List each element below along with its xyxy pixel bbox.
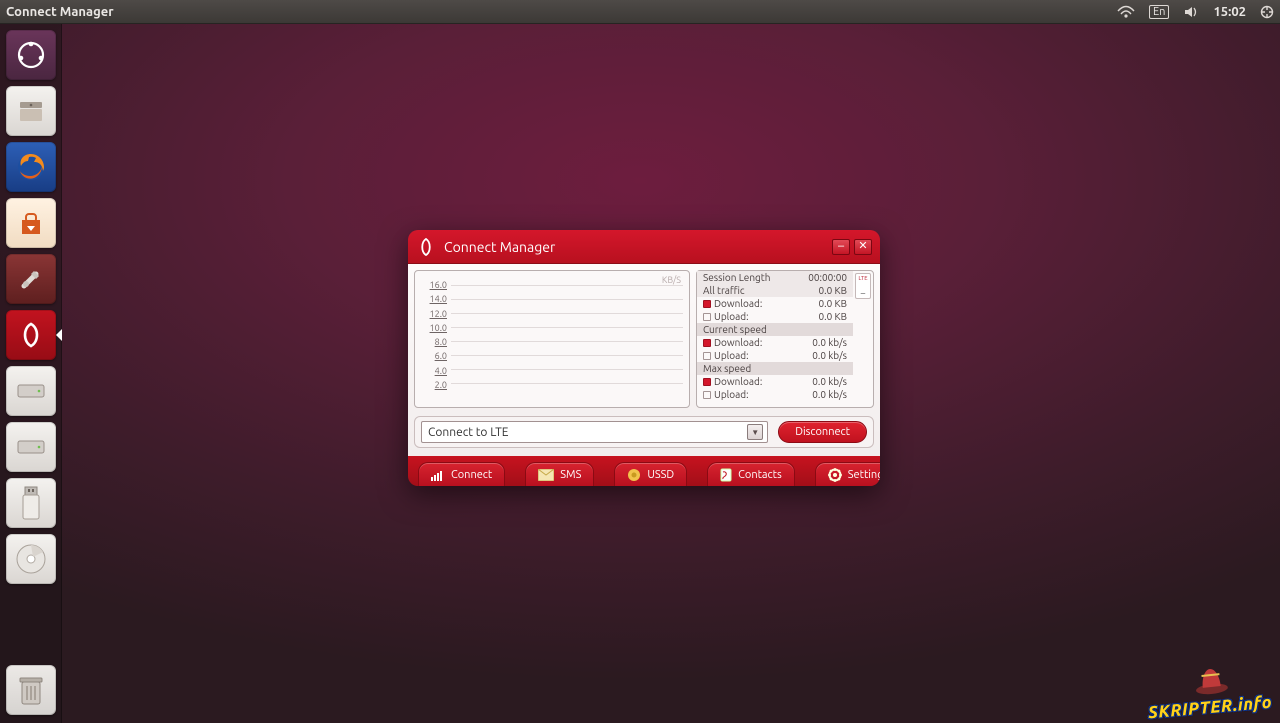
upload-checkbox[interactable] <box>703 313 711 321</box>
connect-manager-icon[interactable] <box>6 310 56 360</box>
chart-unit-label: KB/S <box>662 275 681 285</box>
drive-icon-2[interactable] <box>6 422 56 472</box>
software-center-icon[interactable] <box>6 198 56 248</box>
traffic-upload-row: Upload: 0.0 KB <box>697 310 853 323</box>
settings-icon[interactable] <box>6 254 56 304</box>
max-upload-checkbox[interactable] <box>703 391 711 399</box>
app-logo-icon <box>416 237 436 257</box>
disconnect-button[interactable]: Disconnect <box>778 421 867 443</box>
usb-drive-icon[interactable] <box>6 478 56 528</box>
tab-sms[interactable]: SMS <box>525 462 594 486</box>
max-speed-header: Max speed <box>697 362 853 375</box>
drive-icon[interactable] <box>6 366 56 416</box>
max-upload-row: Upload: 0.0 kb/s <box>697 388 853 401</box>
network-indicator-icon[interactable] <box>1117 5 1135 19</box>
window-titlebar[interactable]: Connect Manager ‒ ✕ <box>408 230 880 264</box>
files-icon[interactable] <box>6 86 56 136</box>
traffic-download-row: Download: 0.0 KB <box>697 297 853 310</box>
app-window: Connect Manager ‒ ✕ KB/S 16.0 14.0 12.0 10.… <box>408 230 880 486</box>
trash-icon[interactable] <box>6 665 56 715</box>
watermark-icon <box>1191 663 1232 697</box>
window-close-button[interactable]: ✕ <box>854 239 872 255</box>
chart-y-tick: 8.0 <box>421 337 447 347</box>
chevron-down-icon: ▼ <box>747 424 763 440</box>
current-upload-row: Upload: 0.0 kb/s <box>697 349 853 362</box>
app-body: KB/S 16.0 14.0 12.0 10.0 8.0 6.0 4.0 2.0 LTE _ … <box>408 264 880 456</box>
connection-selected-value: Connect to LTE <box>428 426 509 439</box>
current-download-checkbox[interactable] <box>703 339 711 347</box>
window-minimize-button[interactable]: ‒ <box>832 239 850 255</box>
current-speed-header: Current speed <box>697 323 853 336</box>
tab-connect[interactable]: Connect <box>418 462 505 486</box>
chart-y-tick: 6.0 <box>421 351 447 361</box>
chart-y-tick: 14.0 <box>421 294 447 304</box>
chart-y-tick: 10.0 <box>421 323 447 333</box>
connection-select[interactable]: Connect to LTE ▼ <box>421 421 768 443</box>
all-traffic-row: All traffic 0.0 KB <box>697 284 853 297</box>
sound-indicator-icon[interactable] <box>1183 5 1199 19</box>
chart-y-tick: 16.0 <box>421 280 447 290</box>
chart-y-tick: 12.0 <box>421 309 447 319</box>
chart-y-tick: 4.0 <box>421 366 447 376</box>
session-length-row: Session Length 00:00:00 <box>697 271 853 284</box>
connection-row: Connect to LTE ▼ Disconnect <box>414 416 874 448</box>
max-download-row: Download: 0.0 kb/s <box>697 375 853 388</box>
dash-icon[interactable] <box>6 30 56 80</box>
signal-badge: LTE _ <box>855 273 871 299</box>
watermark-text: SKRIPTER.info <box>1147 693 1272 723</box>
tab-settings[interactable]: Settings <box>815 462 880 486</box>
max-download-checkbox[interactable] <box>703 378 711 386</box>
speed-chart: KB/S 16.0 14.0 12.0 10.0 8.0 6.0 4.0 2.0 <box>414 270 690 408</box>
active-app-title: Connect Manager <box>6 5 114 19</box>
optical-drive-icon[interactable] <box>6 534 56 584</box>
window-title: Connect Manager <box>444 239 555 255</box>
current-upload-checkbox[interactable] <box>703 352 711 360</box>
chart-y-tick: 2.0 <box>421 380 447 390</box>
top-panel: Connect Manager En 15:02 <box>0 0 1280 24</box>
stats-panel: LTE _ Session Length 00:00:00 All traffi… <box>696 270 874 408</box>
launcher <box>0 24 62 723</box>
keyboard-layout-indicator[interactable]: En <box>1149 5 1169 19</box>
tab-contacts[interactable]: Contacts <box>707 462 795 486</box>
app-tabs: Connect SMS USSD Contacts Settings <box>408 456 880 486</box>
firefox-icon[interactable] <box>6 142 56 192</box>
current-download-row: Download: 0.0 kb/s <box>697 336 853 349</box>
download-checkbox[interactable] <box>703 300 711 308</box>
clock[interactable]: 15:02 <box>1213 5 1246 19</box>
tab-ussd[interactable]: USSD <box>614 462 687 486</box>
session-indicator-icon[interactable] <box>1260 5 1274 19</box>
